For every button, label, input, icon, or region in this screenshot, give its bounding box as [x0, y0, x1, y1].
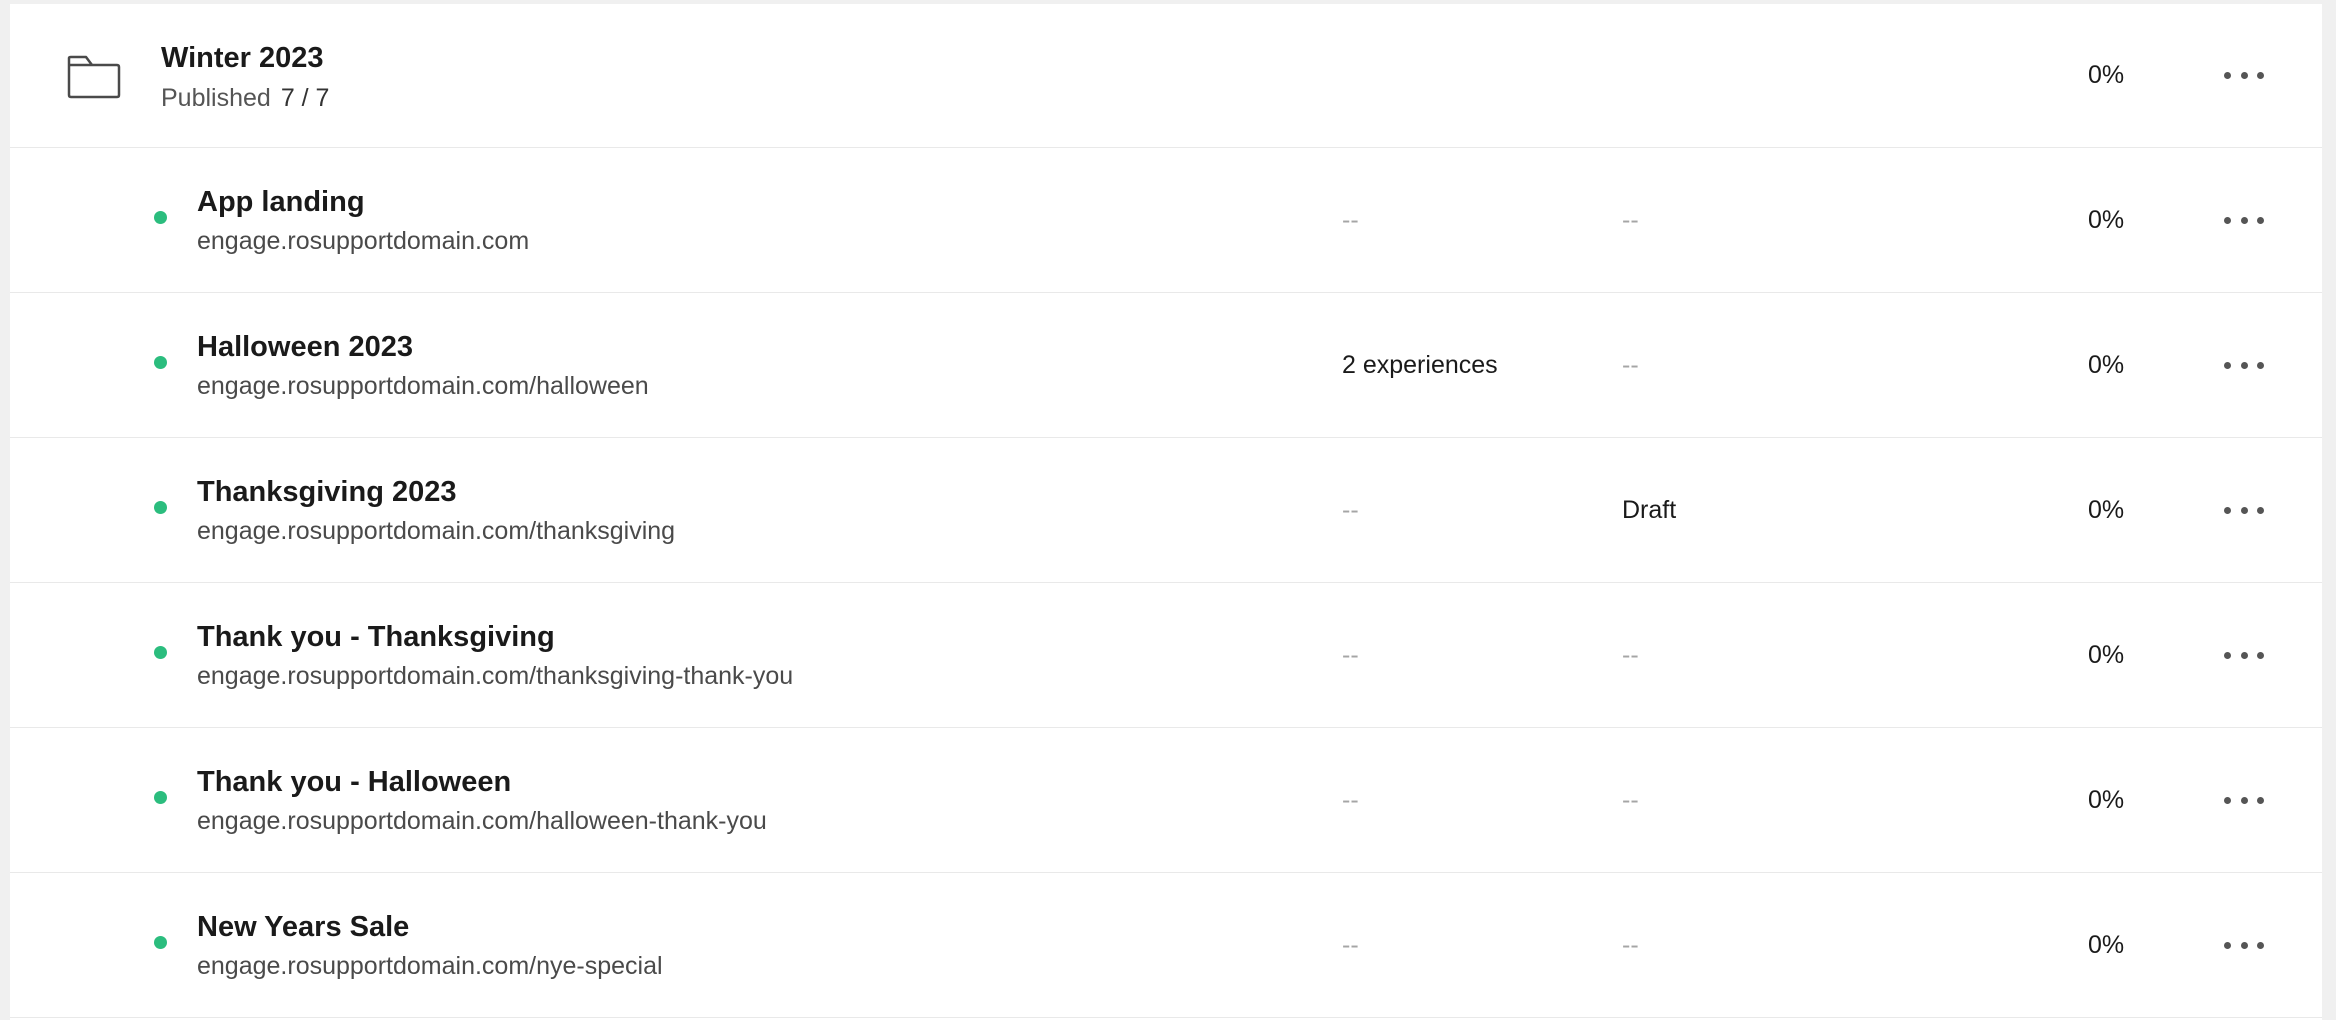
status-dot-icon: [154, 646, 167, 659]
more-dot-icon: [2257, 796, 2264, 804]
page-title[interactable]: Thanksgiving 2023: [197, 473, 457, 511]
more-dot-icon: [2224, 361, 2231, 369]
more-dot-icon: [2240, 71, 2248, 79]
page-more-options-button[interactable]: [2224, 783, 2264, 817]
page-url: engage.rosupportdomain.com/halloween: [197, 372, 649, 400]
page-percent: 0%: [2088, 641, 2125, 669]
page-row[interactable]: App landing engage.rosupportdomain.com -…: [10, 149, 2322, 293]
page-experiences: --: [1342, 931, 1359, 959]
more-dot-icon: [2224, 506, 2231, 514]
page-more-options-button[interactable]: [2224, 348, 2264, 382]
page-row[interactable]: Halloween 2023 engage.rosupportdomain.co…: [10, 294, 2322, 438]
page-experiences[interactable]: 2 experiences: [1342, 348, 1498, 382]
page-title[interactable]: Halloween 2023: [197, 328, 413, 366]
more-dot-icon: [2240, 361, 2248, 369]
page-title[interactable]: Thank you - Halloween: [197, 763, 511, 801]
page-row[interactable]: Thank you - Thanksgiving engage.rosuppor…: [10, 584, 2322, 728]
folder-published-count: 7 / 7: [280, 84, 330, 112]
page-more-options-button[interactable]: [2224, 493, 2264, 527]
page-row[interactable]: Thanksgiving 2023 engage.rosupportdomain…: [10, 439, 2322, 583]
page-title[interactable]: App landing: [197, 183, 365, 221]
page-percent: 0%: [2088, 786, 2125, 814]
page-percent: 0%: [2088, 931, 2125, 959]
folder-meta: Published 7 / 7: [161, 82, 329, 114]
status-dot-icon: [154, 791, 167, 804]
page-url: engage.rosupportdomain.com/halloween-tha…: [197, 807, 767, 835]
more-dot-icon: [2240, 506, 2248, 514]
more-dot-icon: [2240, 796, 2248, 804]
page-state: --: [1622, 641, 1639, 669]
page-experiences: --: [1342, 496, 1359, 524]
status-dot-icon: [154, 356, 167, 369]
more-dot-icon: [2257, 941, 2264, 949]
status-dot-icon: [154, 501, 167, 514]
status-dot-icon: [154, 936, 167, 949]
folder-title[interactable]: Winter 2023: [161, 40, 324, 76]
page-url: engage.rosupportdomain.com/nye-special: [197, 952, 663, 980]
more-dot-icon: [2224, 796, 2231, 804]
page-row[interactable]: Thank you - Halloween engage.rosupportdo…: [10, 729, 2322, 873]
page-state: --: [1622, 786, 1639, 814]
page-experiences: --: [1342, 786, 1359, 814]
more-dot-icon: [2257, 216, 2264, 224]
page-percent: 0%: [2088, 206, 2125, 234]
page-state: Draft: [1622, 496, 1677, 524]
more-dot-icon: [2257, 361, 2264, 369]
more-dot-icon: [2224, 216, 2231, 224]
more-dot-icon: [2257, 506, 2264, 514]
pages-list: Winter 2023 Published 7 / 7 0% App landin…: [10, 4, 2322, 1020]
more-dot-icon: [2224, 71, 2231, 79]
page-more-options-button[interactable]: [2224, 638, 2264, 672]
folder-row[interactable]: Winter 2023 Published 7 / 7 0%: [10, 4, 2322, 148]
more-dot-icon: [2224, 651, 2231, 659]
folder-status-label: Published: [161, 84, 271, 112]
page-url: engage.rosupportdomain.com: [197, 227, 530, 255]
page-more-options-button[interactable]: [2224, 203, 2264, 237]
folder-percent: 0%: [2088, 61, 2125, 89]
folder-icon: [67, 55, 121, 99]
more-dot-icon: [2257, 71, 2264, 79]
more-dot-icon: [2224, 941, 2231, 949]
page-state: --: [1622, 931, 1639, 959]
more-dot-icon: [2240, 216, 2248, 224]
more-dot-icon: [2257, 651, 2264, 659]
status-dot-icon: [154, 211, 167, 224]
page-row[interactable]: New Years Sale engage.rosupportdomain.co…: [10, 874, 2322, 1018]
more-dot-icon: [2240, 651, 2248, 659]
more-dot-icon: [2240, 941, 2248, 949]
page-state: --: [1622, 351, 1639, 379]
folder-more-options-button[interactable]: [2224, 58, 2264, 92]
page-more-options-button[interactable]: [2224, 928, 2264, 962]
page-percent: 0%: [2088, 351, 2125, 379]
page-experiences: --: [1342, 206, 1359, 234]
page-url: engage.rosupportdomain.com/thanksgiving: [197, 517, 676, 545]
page-percent: 0%: [2088, 496, 2125, 524]
page-title[interactable]: Thank you - Thanksgiving: [197, 618, 555, 656]
page-state: --: [1622, 206, 1639, 234]
page-title[interactable]: New Years Sale: [197, 908, 409, 946]
page-experiences: --: [1342, 641, 1359, 669]
page-url: engage.rosupportdomain.com/thanksgiving-…: [197, 662, 794, 690]
